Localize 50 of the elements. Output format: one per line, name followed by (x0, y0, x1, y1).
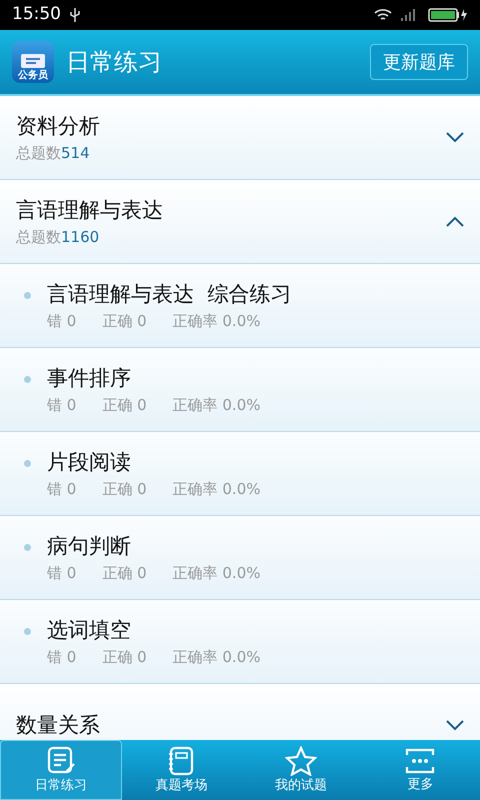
category-title: 言语理解与表达 (16, 196, 164, 224)
subcategory-row[interactable]: 选词填空 错 0 正确 0 正确率 0.0% (0, 600, 480, 684)
accuracy-rate: 正确率 0.0% (172, 563, 261, 584)
correct-count: 正确 0 (102, 311, 147, 332)
wrong-count: 错 0 (47, 311, 76, 332)
subcategory-row[interactable]: 片段阅读 错 0 正确 0 正确率 0.0% (0, 432, 480, 516)
subcategory-title: 言语理解与表达 综合练习 (47, 280, 292, 308)
clock-time: 15:50 (12, 3, 61, 26)
subcategory-title: 片段阅读 (47, 448, 132, 476)
accuracy-rate: 正确率 0.0% (172, 479, 261, 500)
tab[interactable]: 我的试题 (241, 740, 360, 800)
subcategory-row[interactable]: 事件排序 错 0 正确 0 正确率 0.0% (0, 348, 480, 432)
notepad-pencil-icon (46, 746, 76, 776)
category-row[interactable]: 言语理解与表达 总题数1160 (0, 180, 480, 264)
subcategory-row[interactable]: 言语理解与表达 综合练习 错 0 正确 0 正确率 0.0% (0, 264, 480, 348)
wrong-count: 错 0 (47, 563, 76, 584)
tab[interactable]: 真题考场 (122, 740, 241, 800)
wrong-count: 错 0 (47, 395, 76, 416)
wrong-count: 错 0 (47, 479, 76, 500)
correct-count: 正确 0 (102, 395, 147, 416)
star-icon (284, 746, 317, 776)
chevron-down-icon[interactable] (446, 132, 464, 143)
signal-icon (400, 8, 416, 22)
page-title: 日常练习 (66, 47, 162, 78)
accuracy-rate: 正确率 0.0% (172, 311, 261, 332)
wifi-icon (374, 8, 392, 22)
accuracy-rate: 正确率 0.0% (172, 647, 261, 668)
battery-icon (428, 8, 468, 22)
wrong-count: 错 0 (47, 647, 76, 668)
logo-label: 公务员 (18, 71, 48, 81)
accuracy-rate: 正确率 0.0% (172, 395, 261, 416)
correct-count: 正确 0 (102, 647, 147, 668)
chevron-up-icon[interactable] (446, 216, 464, 227)
category-title: 数量关系 (16, 712, 101, 739)
correct-count: 正确 0 (102, 479, 147, 500)
correct-count: 正确 0 (102, 563, 147, 584)
question-count: 总题数514 (16, 143, 91, 164)
category-title: 资料分析 (16, 112, 101, 140)
subcategory-title: 事件排序 (47, 364, 132, 392)
document-icon (20, 53, 46, 69)
question-count: 总题数1160 (16, 227, 100, 248)
category-row[interactable]: 数量关系 (0, 684, 480, 740)
chevron-down-icon[interactable] (446, 720, 464, 731)
subcategory-row[interactable]: 病句判断 错 0 正确 0 正确率 0.0% (0, 516, 480, 600)
subcategory-title: 病句判断 (47, 532, 132, 560)
more-icon (404, 746, 436, 775)
category-row[interactable]: 资料分析 总题数514 (0, 96, 480, 180)
tab[interactable]: 更多 (360, 740, 480, 800)
usb-icon (69, 7, 81, 23)
subcategory-title: 选词填空 (47, 616, 132, 644)
